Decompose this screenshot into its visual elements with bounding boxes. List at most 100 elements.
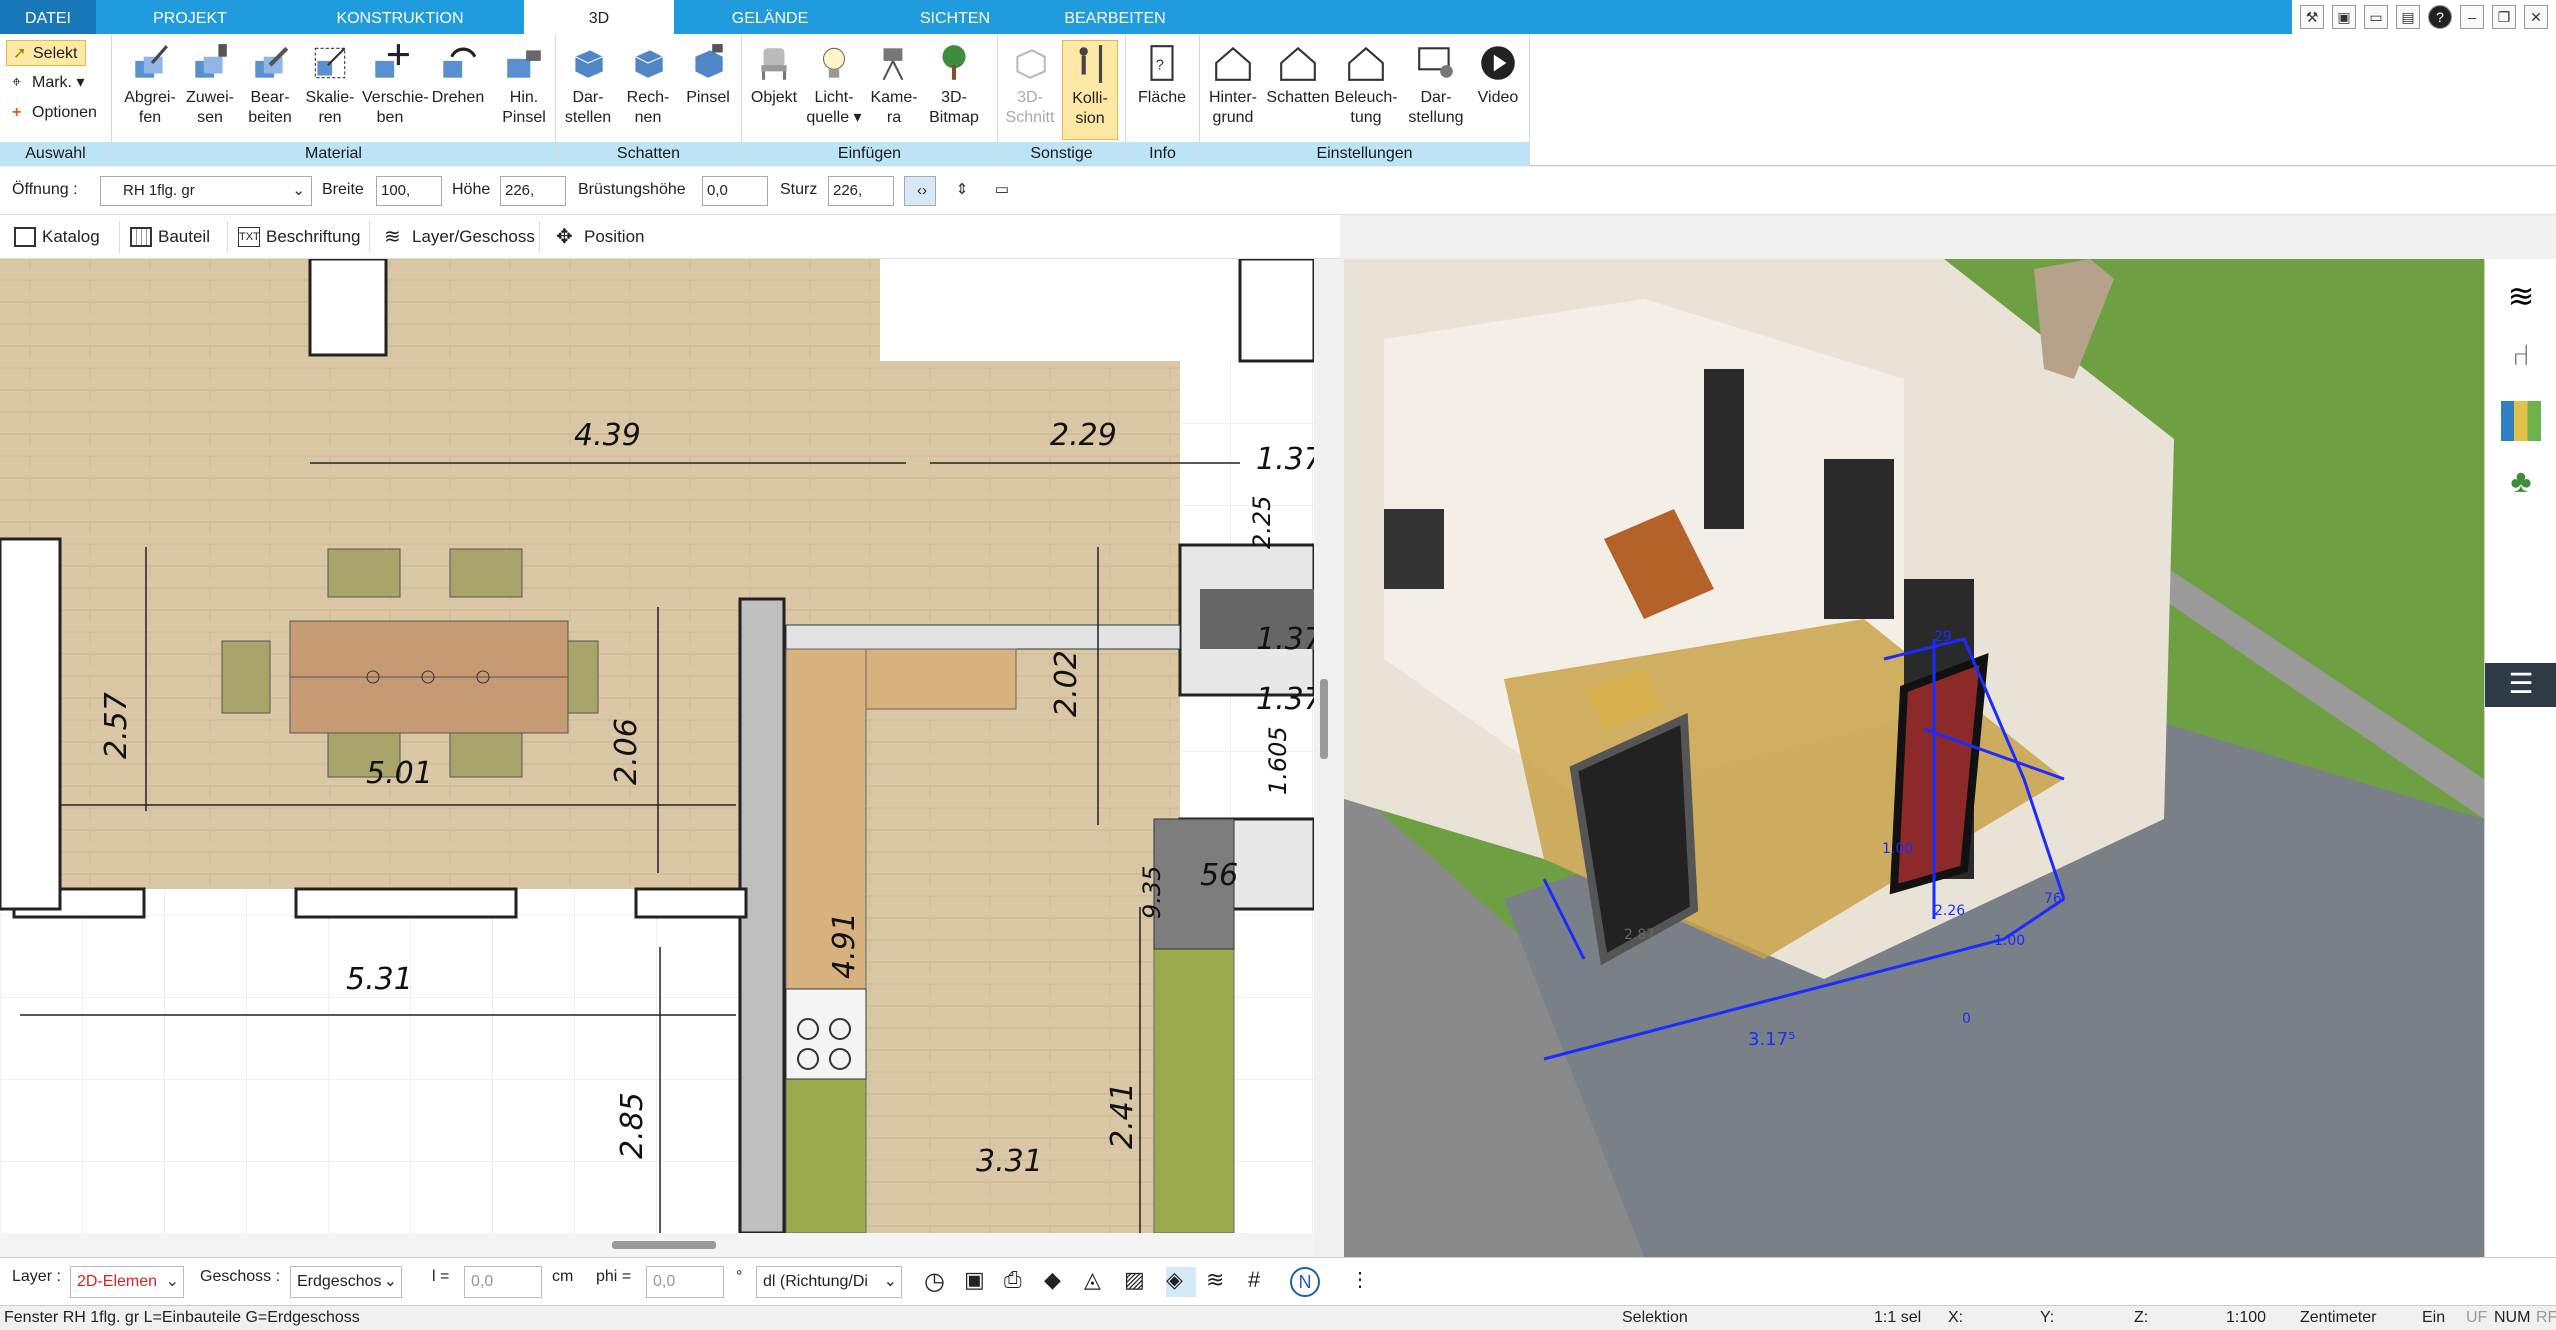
lichtquelle-button[interactable]: Licht- quelle ▾	[806, 40, 862, 140]
book-icon	[14, 227, 36, 247]
darstellung-button[interactable]: Dar- stellung	[1404, 40, 1468, 140]
rechnen-button[interactable]: Rech- nen	[620, 40, 676, 140]
darstellen-button[interactable]: Dar- stellen	[560, 40, 616, 140]
bruestung-input[interactable]: 0,0	[702, 176, 768, 206]
flip-vertical-icon[interactable]: ⇕	[944, 176, 976, 206]
abgreifen-label: Abgrei- fen	[124, 89, 176, 126]
tab-datei[interactable]: DATEI	[0, 0, 96, 34]
einst-schatten-label: Schatten	[1266, 89, 1330, 106]
3d-bitmap-button[interactable]: 3D- Bitmap	[926, 40, 982, 140]
bauteil-button[interactable]: Bauteil	[124, 221, 228, 253]
tab-gelaende[interactable]: GELÄNDE	[690, 0, 850, 34]
cube-icon[interactable]: ◆	[1044, 1267, 1074, 1297]
restore-icon[interactable]: ❐	[2492, 5, 2516, 29]
tools-icon[interactable]: ⚒	[2300, 5, 2324, 29]
area-icon: ?	[1150, 45, 1174, 81]
hin-pinsel-button[interactable]: Hin. Pinsel	[496, 40, 552, 140]
geschoss-dropdown[interactable]: Erdgeschos ⌄	[290, 1266, 402, 1298]
hoehe-input[interactable]: 226,	[500, 176, 566, 206]
hamburger-menu-icon[interactable]: ☰	[2485, 663, 2556, 707]
layers-icon: ≋	[384, 226, 401, 248]
zuweisen-button[interactable]: Zuwei- sen	[182, 40, 238, 140]
grid-icon[interactable]: #	[1248, 1267, 1278, 1297]
direction-dropdown[interactable]: dl (Richtung/Di ⌄	[756, 1266, 902, 1298]
bearbeiten-button[interactable]: Bear- beiten	[242, 40, 298, 140]
camera-icon	[882, 48, 904, 81]
tab-sichten[interactable]: SICHTEN	[880, 0, 1030, 34]
chair-icon[interactable]: ⑁	[2501, 339, 2541, 379]
optionen-button[interactable]: + Optionen	[6, 100, 97, 126]
objekt-button[interactable]: Objekt	[746, 40, 802, 140]
more-options-icon[interactable]: ⋮	[1350, 1267, 1380, 1297]
l-input[interactable]: 0,0	[464, 1266, 542, 1298]
optionen-label: Optionen	[32, 104, 97, 121]
screen-icon[interactable]: ▣	[964, 1267, 994, 1297]
layer-dropdown[interactable]: 2D-Elemen ⌄	[70, 1266, 184, 1298]
position-button[interactable]: ✥ Position	[550, 221, 664, 253]
horizontal-scroll-thumb[interactable]	[612, 1241, 716, 1249]
kollision-button[interactable]: Kolli- sion	[1062, 40, 1118, 140]
skalieren-button[interactable]: Skalie- ren	[302, 40, 358, 140]
close-icon[interactable]: ✕	[2524, 5, 2548, 29]
monitor-icon[interactable]: ▭	[984, 176, 1016, 206]
3d-view[interactable]: 29 1.00 2.26 76 1.00 0 3.17⁵ 2.87	[1344, 259, 2484, 1257]
breite-input[interactable]: 100,	[376, 176, 442, 206]
floor-plan-2d-view[interactable]: 4.39 2.29 1.37 1.37 1.37 5.01 5.31 56 3.…	[0, 259, 1314, 1233]
hintergrund-button[interactable]: Hinter- grund	[1202, 40, 1264, 140]
tab-konstruktion[interactable]: KONSTRUKTION	[300, 0, 500, 34]
house-light-icon	[1348, 46, 1384, 81]
verschieben-button[interactable]: Verschie- ben	[362, 40, 429, 140]
print-icon[interactable]: ⎙	[1004, 1267, 1034, 1297]
einst-schatten-button[interactable]: Schatten	[1266, 40, 1330, 140]
dim-label: 56	[1200, 858, 1238, 893]
breite-value: 100,	[381, 182, 411, 199]
measure-icon[interactable]: ◬	[1084, 1267, 1114, 1297]
materials-icon[interactable]	[2501, 401, 2541, 441]
layer-geschoss-label: Layer/Geschoss	[412, 227, 535, 246]
darstellung-label: Dar- stellung	[1408, 89, 1464, 126]
tab-bearbeiten[interactable]: BEARBEITEN	[1040, 0, 1190, 34]
video-button[interactable]: Video	[1470, 40, 1526, 140]
abgreifen-button[interactable]: Abgrei- fen	[122, 40, 178, 140]
view-splitter[interactable]	[1314, 259, 1344, 1257]
window-icon[interactable]: ▭	[2364, 5, 2388, 29]
sturz-input[interactable]: 226,	[828, 176, 894, 206]
status-mode: Selektion	[1622, 1309, 1688, 1326]
layer-plane-icon[interactable]: ◈	[1166, 1267, 1196, 1297]
dim-label: 2.57	[99, 692, 134, 759]
floor-plan-canvas[interactable]: 4.39 2.29 1.37 1.37 1.37 5.01 5.31 56 3.…	[0, 259, 1314, 1233]
layers-icon[interactable]: ≋	[2501, 277, 2541, 317]
selekt-button[interactable]: ➚ Selekt	[6, 40, 86, 66]
phi-input[interactable]: 0,0	[646, 1266, 724, 1298]
beschriftung-button[interactable]: TXT Beschriftung	[232, 221, 370, 253]
flaeche-button[interactable]: ? Fläche	[1134, 40, 1190, 140]
drehen-button[interactable]: Drehen	[430, 40, 486, 140]
schatten-pinsel-button[interactable]: Pinsel	[680, 40, 736, 140]
help-icon[interactable]: ?	[2428, 5, 2452, 29]
dim-label: 2.41	[1105, 1082, 1140, 1149]
minimize-icon[interactable]: –	[2460, 5, 2484, 29]
north-icon[interactable]: N	[1290, 1267, 1320, 1297]
3d-canvas[interactable]: 29 1.00 2.26 76 1.00 0 3.17⁵ 2.87	[1344, 259, 2484, 1257]
flip-horizontal-icon[interactable]: ‹›	[904, 176, 936, 206]
tab-3d[interactable]: 3D	[524, 0, 674, 36]
mark-button[interactable]: ⌖ Mark. ▾	[6, 70, 84, 96]
horizontal-scrollbar[interactable]	[0, 1233, 1314, 1257]
folder-icon[interactable]: ▣	[2332, 5, 2356, 29]
sturz-value: 226,	[833, 182, 863, 199]
beschriftung-label: Beschriftung	[266, 227, 361, 246]
oeffnung-dropdown[interactable]: RH 1flg. gr ⌄	[100, 176, 312, 206]
beleuchtung-label: Beleuch- tung	[1334, 89, 1398, 126]
kamera-button[interactable]: Kame- ra	[866, 40, 922, 140]
clock-icon[interactable]: ◷	[924, 1267, 954, 1297]
hatch-icon[interactable]: ▨	[1124, 1267, 1154, 1297]
3d-schnitt-button[interactable]: 3D- Schnitt	[1002, 40, 1058, 140]
vertical-scroll-thumb[interactable]	[1320, 679, 1328, 759]
layer-geschoss-button[interactable]: ≋ Layer/Geschoss	[378, 221, 540, 253]
layout-icon[interactable]: ▤	[2396, 5, 2420, 29]
katalog-button[interactable]: Katalog	[8, 221, 120, 253]
tree-icon[interactable]: ♣	[2501, 463, 2541, 503]
lines-icon[interactable]: ≋	[1206, 1267, 1236, 1297]
beleuchtung-button[interactable]: Beleuch- tung	[1334, 40, 1398, 140]
tab-projekt[interactable]: PROJEKT	[110, 0, 270, 34]
